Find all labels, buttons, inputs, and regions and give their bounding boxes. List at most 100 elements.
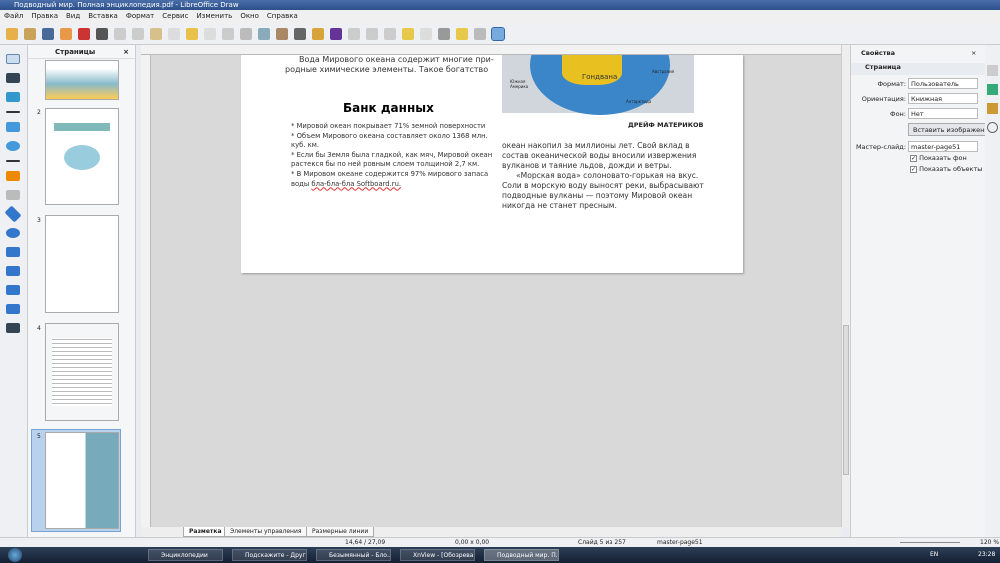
clock[interactable]: 23:28 <box>978 551 995 558</box>
background-select[interactable]: Нет <box>908 108 978 119</box>
link-text[interactable]: бла-бла-бла Softboard.ru. <box>311 180 401 188</box>
cut-icon[interactable] <box>114 27 126 40</box>
navigator-tab-icon[interactable] <box>987 122 998 133</box>
bullet-item: * Если бы Земля была гладкой, как мяч, М… <box>291 150 493 169</box>
align-icon[interactable] <box>348 27 360 40</box>
glue-icon[interactable] <box>456 27 468 40</box>
menu-view[interactable]: Вид <box>66 10 80 23</box>
stars-icon[interactable] <box>6 304 20 314</box>
sidebar-toggle-icon[interactable] <box>491 26 505 41</box>
save-icon[interactable] <box>42 27 54 40</box>
text-line: состав океанической воды вносили изверже… <box>502 151 697 160</box>
menu-file[interactable]: Файл <box>4 10 23 23</box>
close-icon[interactable]: × <box>971 49 976 57</box>
rotate-icon[interactable] <box>330 27 342 40</box>
grid-icon[interactable] <box>222 27 234 40</box>
master-slide-select[interactable]: master-page51 <box>908 141 978 152</box>
map-label: Гондвана <box>582 73 618 81</box>
show-objects-checkbox[interactable]: ✓ <box>910 166 917 173</box>
properties-tab-icon[interactable] <box>987 65 998 76</box>
image-icon[interactable] <box>276 27 288 40</box>
distribute-icon[interactable] <box>384 27 396 40</box>
helplines-icon[interactable] <box>240 27 252 40</box>
page-thumbnail[interactable] <box>45 215 119 313</box>
map-label: Антарктида <box>626 99 652 104</box>
select-icon[interactable] <box>6 54 20 64</box>
styles-tab-icon[interactable] <box>987 84 998 95</box>
vertical-scrollbar[interactable] <box>841 45 850 527</box>
arrow-line-icon[interactable] <box>6 160 20 162</box>
menu-insert[interactable]: Вставка <box>88 10 118 23</box>
close-icon[interactable]: × <box>123 45 129 59</box>
taskbar-item[interactable]: Безымянный - Бло... <box>316 549 391 561</box>
show-background-checkbox[interactable]: ✓ <box>910 155 917 162</box>
menu-window[interactable]: Окно <box>240 10 259 23</box>
menu-modify[interactable]: Изменить <box>196 10 232 23</box>
page-number: 3 <box>37 217 41 224</box>
crop-icon[interactable] <box>420 27 432 40</box>
shadow-icon[interactable] <box>402 27 414 40</box>
clone-format-icon[interactable] <box>168 27 180 40</box>
text-icon[interactable] <box>294 27 306 40</box>
page-number: 2 <box>37 109 41 116</box>
page-thumbnail[interactable] <box>45 108 119 205</box>
points-icon[interactable] <box>438 27 450 40</box>
3d-objects-icon[interactable] <box>6 323 20 333</box>
open-icon[interactable] <box>24 27 36 40</box>
checkbox-label: Показать фон <box>919 154 967 162</box>
taskbar-item-active[interactable]: Подводный мир. П... <box>484 549 559 561</box>
copy-icon[interactable] <box>132 27 144 40</box>
tab-layout[interactable]: Разметка <box>183 527 228 537</box>
format-select[interactable]: Пользователь <box>908 78 978 89</box>
map-label: Южная Америка <box>510 79 529 89</box>
tab-controls[interactable]: Элементы управления <box>224 527 308 537</box>
page-thumbnail[interactable] <box>45 323 119 421</box>
print-icon[interactable] <box>96 27 108 40</box>
section-page[interactable]: Страница <box>851 63 986 75</box>
page-thumbnail-selected[interactable] <box>45 432 119 529</box>
basic-shapes-icon[interactable] <box>4 205 22 223</box>
taskbar-item[interactable]: XnView - [Обозрева... <box>400 549 475 561</box>
tab-dimension-lines[interactable]: Размерные линии <box>306 527 375 537</box>
new-icon[interactable] <box>6 27 18 40</box>
flowchart-icon[interactable] <box>6 266 20 276</box>
block-arrows-icon[interactable] <box>6 247 20 257</box>
text-line: вулканов и таяние льдов, дожди и ветры. <box>502 161 672 170</box>
insert-image-button[interactable]: Вставить изображение <box>908 123 986 136</box>
symbol-shapes-icon[interactable] <box>6 228 20 238</box>
slide-page[interactable]: Вода Мирового океана содержит многие при… <box>241 55 743 273</box>
bullet-item: * Мировой океан покрывает 71% земной пов… <box>291 122 486 130</box>
ellipse-icon[interactable] <box>6 141 20 151</box>
menu-edit[interactable]: Правка <box>31 10 58 23</box>
page-thumbnail[interactable] <box>45 60 119 100</box>
menu-tools[interactable]: Сервис <box>162 10 188 23</box>
paste-icon[interactable] <box>150 27 162 40</box>
taskbar-item[interactable]: Энциклопедии <box>148 549 223 561</box>
redo-icon[interactable] <box>204 27 216 40</box>
export-icon[interactable] <box>60 27 72 40</box>
fill-color-icon[interactable] <box>6 92 20 102</box>
zoom-slider[interactable] <box>900 542 960 543</box>
callouts-icon[interactable] <box>6 285 20 295</box>
zoom-icon[interactable] <box>258 27 270 40</box>
curve-icon[interactable] <box>6 171 20 181</box>
extrusion-icon[interactable] <box>474 27 486 40</box>
taskbar-item[interactable]: Подскажите - Друг... <box>232 549 307 561</box>
language-indicator[interactable]: EN <box>930 551 938 558</box>
gallery-tab-icon[interactable] <box>987 103 998 114</box>
undo-icon[interactable] <box>186 27 198 40</box>
bullet-item: * Объем Мирового океана составляет около… <box>291 131 488 150</box>
line-color-icon[interactable] <box>6 73 20 83</box>
arrange-icon[interactable] <box>366 27 378 40</box>
connector-icon[interactable] <box>6 190 20 200</box>
line-icon[interactable] <box>6 111 20 113</box>
layer-tabs: Разметка Элементы управления Размерные л… <box>141 527 841 537</box>
orientation-select[interactable]: Книжная <box>908 93 978 104</box>
window-title: Подводный мир. Полная энциклопедия.pdf -… <box>14 1 239 9</box>
export-pdf-icon[interactable] <box>78 27 90 40</box>
rectangle-icon[interactable] <box>6 122 20 132</box>
menu-format[interactable]: Формат <box>126 10 154 23</box>
fontwork-icon[interactable] <box>312 27 324 40</box>
menu-help[interactable]: Справка <box>267 10 298 23</box>
start-button[interactable] <box>8 548 22 562</box>
